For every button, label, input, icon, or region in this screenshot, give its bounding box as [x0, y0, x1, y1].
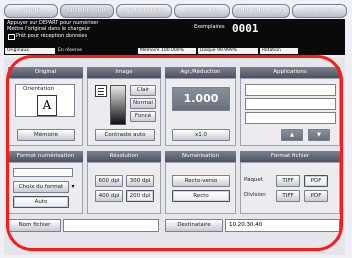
zoom-section: 1.000 x1.0 — [165, 78, 236, 146]
resolution-300-button[interactable]: 300 dpi — [126, 175, 154, 187]
tab-imprimer-scan[interactable]: IMPRIMER SCAN — [232, 4, 290, 18]
resolution-400-button[interactable]: 400 dpi — [95, 190, 123, 202]
ready-icon — [8, 34, 15, 40]
nom-fichier-button[interactable]: Nom fichier — [8, 219, 61, 232]
orientation-label: Orientation — [23, 86, 55, 92]
format-display — [13, 168, 73, 177]
memory-bar: Originaux En réserve Mémoire 100.000% Di… — [4, 47, 345, 55]
density-scale — [110, 85, 126, 125]
clair-button[interactable]: Clair — [130, 85, 156, 96]
auto-button[interactable]: Auto — [13, 196, 69, 208]
division-pdf-button[interactable]: PDF — [304, 190, 328, 202]
choix-format-button[interactable]: Choix du format — [13, 181, 69, 193]
tab-image[interactable]: Image — [87, 67, 161, 78]
arrow-up-icon[interactable]: ▲ — [281, 129, 303, 141]
resolution-section: 600 dpi 300 dpi 400 dpi 200 dpi — [87, 162, 161, 214]
tab-agr-reduction[interactable]: Agr./Réduction — [165, 67, 236, 78]
tab-numeriser[interactable]: NUMÉRISER — [60, 4, 114, 18]
copies-label: Exemplaires — [194, 24, 225, 30]
contraste-auto-button[interactable]: Contraste auto — [95, 129, 155, 141]
copies-count: 0001 — [232, 22, 259, 35]
disk-indicator: Disque 99.999% — [198, 48, 258, 54]
paquet-tiff-button[interactable]: TIFF — [276, 175, 300, 187]
resolution-600-button[interactable]: 600 dpi — [95, 175, 123, 187]
resolution-header: Résolution — [87, 151, 161, 162]
tab-enregistrer[interactable]: ENREGISTRER — [116, 4, 172, 18]
applications-slot-3[interactable] — [245, 112, 336, 124]
chevron-down-icon[interactable]: ▾ — [69, 181, 77, 193]
format-numerisation-header: Format numérisation — [8, 151, 83, 162]
status-message-2: Mettre l'original dans le chargeur — [7, 26, 91, 32]
destinataire-button[interactable]: Destinataire — [165, 219, 223, 232]
numerisation-header: Numérisation — [165, 151, 236, 162]
arrow-down-icon[interactable]: ▼ — [308, 129, 330, 141]
original-section: Orientation A Mémoire — [8, 78, 83, 146]
image-section: Clair Normal Foncé Contraste auto — [87, 78, 161, 146]
rotation-indicator: Rotation — [260, 48, 298, 54]
tab-package[interactable]: PACKAGE — [292, 4, 347, 18]
recto-button[interactable]: Recto — [172, 190, 230, 202]
paquet-pdf-button[interactable]: PDF — [304, 175, 328, 187]
reserve-indicator: En réserve — [56, 48, 136, 54]
normal-button[interactable]: Normal — [130, 98, 156, 109]
status-panel: Appuyer sur DEPART pour numériser Mettre… — [4, 19, 345, 47]
orientation-a-icon: A — [37, 95, 57, 116]
nom-fichier-field[interactable] — [63, 219, 159, 232]
tab-original[interactable]: Original — [8, 67, 83, 78]
division-label: Division — [244, 192, 266, 198]
zoom-x1-button[interactable]: x1.0 — [172, 129, 230, 141]
memory-indicator: Mémoire 100.000% — [138, 48, 196, 54]
tab-copie[interactable]: COPIE — [4, 4, 58, 18]
status-message-3: Prêt pour réception données — [16, 33, 88, 39]
zoom-value[interactable]: 1.000 — [172, 87, 230, 111]
originals-indicator: Originaux — [5, 48, 55, 54]
format-section: Choix du format ▾ Auto — [8, 162, 83, 214]
format-fichier-header: Format fichier — [240, 151, 340, 162]
format-fichier-section: Paquet TIFF PDF Division TIFF PDF — [240, 162, 340, 214]
image-density-icon — [95, 85, 107, 97]
tab-rappeler[interactable]: RAPPELER — [174, 4, 230, 18]
destinataire-field[interactable]: 10.20.30.40 — [225, 219, 340, 232]
recto-verso-button[interactable]: Recto-verso — [172, 175, 230, 187]
division-tiff-button[interactable]: TIFF — [276, 190, 300, 202]
applications-slot-1[interactable] — [245, 84, 336, 96]
memoire-button[interactable]: Mémoire — [17, 129, 75, 141]
main-panel: Original Image Agr./Réduction Applicatio… — [4, 57, 345, 255]
tab-applications[interactable]: Applications — [240, 67, 340, 78]
scanner-screen: COPIE NUMÉRISER ENREGISTRER RAPPELER IMP… — [0, 0, 352, 258]
paquet-label: Paquet — [244, 177, 263, 183]
fonce-button[interactable]: Foncé — [130, 111, 156, 122]
applications-section: ▲ ▼ — [240, 78, 340, 146]
resolution-200-button[interactable]: 200 dpi — [126, 190, 154, 202]
numerisation-section: Recto-verso Recto — [165, 162, 236, 214]
applications-slot-2[interactable] — [245, 98, 336, 110]
